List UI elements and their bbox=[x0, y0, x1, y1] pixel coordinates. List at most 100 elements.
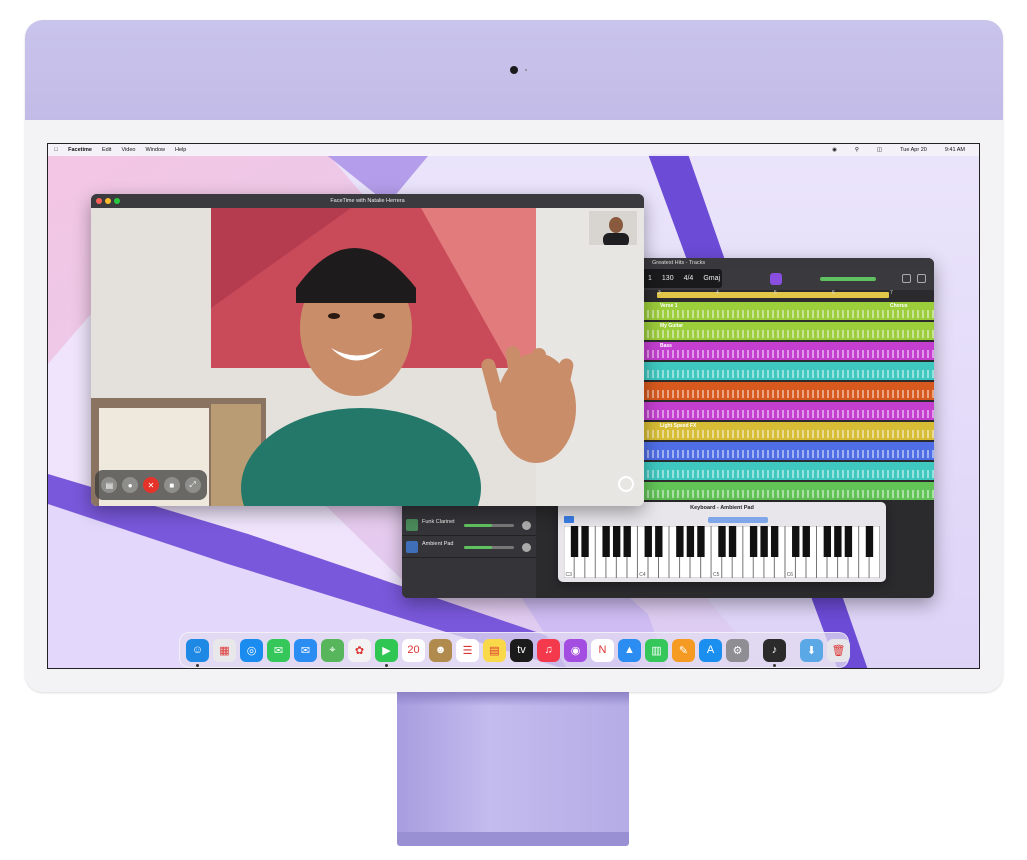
waveform bbox=[642, 310, 934, 318]
app-store-icon[interactable]: A bbox=[699, 638, 722, 662]
news-icon[interactable]: N bbox=[591, 638, 614, 662]
ruler-mark: 6 bbox=[832, 290, 835, 296]
black-key[interactable] bbox=[760, 526, 768, 557]
track-region[interactable] bbox=[642, 382, 934, 400]
black-key[interactable] bbox=[865, 526, 874, 557]
track-region[interactable] bbox=[642, 442, 934, 460]
calendar-icon[interactable]: 20 bbox=[402, 638, 425, 662]
waveform bbox=[642, 450, 934, 458]
track-region[interactable]: Bass bbox=[642, 342, 934, 360]
menu-time[interactable]: 9:41 AM bbox=[945, 147, 965, 153]
pan-knob[interactable] bbox=[522, 543, 531, 552]
black-key[interactable] bbox=[655, 526, 663, 557]
track-volume-slider[interactable] bbox=[464, 524, 514, 527]
launchpad-icon[interactable]: ▦ bbox=[213, 638, 236, 662]
black-key[interactable] bbox=[623, 526, 631, 557]
cycle-region[interactable] bbox=[657, 292, 889, 298]
black-key[interactable] bbox=[644, 526, 652, 557]
black-key[interactable] bbox=[612, 526, 621, 557]
piano-keys[interactable]: C3 C4 C5 C6 bbox=[564, 526, 880, 578]
black-key[interactable] bbox=[844, 526, 853, 557]
black-key[interactable] bbox=[676, 526, 684, 557]
zoom-window-icon[interactable] bbox=[114, 198, 120, 204]
pan-knob[interactable] bbox=[522, 521, 531, 530]
mail-icon[interactable]: ✉ bbox=[294, 638, 317, 662]
wifi-icon[interactable]: ◉ bbox=[832, 147, 837, 153]
track-region[interactable]: Verse 1 Chorus bbox=[642, 302, 934, 320]
black-key[interactable] bbox=[802, 526, 810, 557]
black-key[interactable] bbox=[792, 526, 800, 557]
menu-date[interactable]: Tue Apr 20 bbox=[900, 147, 927, 153]
menu-item-help[interactable]: Help bbox=[175, 147, 186, 153]
track-region[interactable] bbox=[642, 482, 934, 500]
finder-icon[interactable]: ☺ bbox=[186, 638, 209, 667]
notes-icon[interactable]: ▤ bbox=[483, 638, 506, 662]
black-key[interactable] bbox=[697, 526, 705, 557]
safari-icon[interactable]: ◎ bbox=[240, 638, 263, 662]
tuner-icon[interactable] bbox=[770, 273, 782, 285]
track-region[interactable] bbox=[642, 462, 934, 480]
contacts-icon[interactable]: ☻ bbox=[429, 638, 452, 662]
black-key[interactable] bbox=[728, 526, 737, 557]
black-key[interactable] bbox=[770, 526, 779, 557]
podcasts-icon[interactable]: ◉ bbox=[564, 638, 587, 662]
keyboard-mode-icon[interactable] bbox=[564, 516, 574, 523]
lcd-display[interactable]: 1 130 4/4 Gmaj bbox=[642, 269, 722, 288]
trash-icon[interactable]: 🗑 bbox=[827, 638, 850, 662]
waveform bbox=[642, 330, 934, 338]
facetime-icon[interactable]: ▶ bbox=[375, 638, 398, 667]
music-icon[interactable]: ♫ bbox=[537, 638, 560, 662]
control-center-icon[interactable]: ◫ bbox=[877, 147, 882, 153]
black-key[interactable] bbox=[581, 526, 589, 557]
imac-stand bbox=[397, 692, 629, 837]
loop-browser-icon[interactable] bbox=[902, 274, 911, 283]
menu-app-name[interactable]: Facetime bbox=[68, 147, 92, 153]
microphone-icon[interactable]: ● bbox=[122, 477, 139, 493]
track-region[interactable]: Light Speed FX bbox=[642, 422, 934, 440]
black-key[interactable] bbox=[834, 526, 842, 557]
search-icon[interactable]: ⚲ bbox=[855, 147, 859, 153]
downloads-folder-icon[interactable]: ⬇ bbox=[800, 638, 823, 662]
black-key[interactable] bbox=[686, 526, 695, 557]
timeline-ruler[interactable]: 3 4 5 6 7 bbox=[642, 290, 934, 300]
keyboard-range-selector[interactable] bbox=[708, 517, 768, 523]
menu-item-edit[interactable]: Edit bbox=[102, 147, 111, 153]
octave-label: C4 bbox=[639, 572, 646, 578]
system-preferences-icon[interactable]: ⚙ bbox=[726, 638, 749, 662]
waveform bbox=[642, 390, 934, 398]
black-key[interactable] bbox=[602, 526, 610, 557]
black-key[interactable] bbox=[570, 526, 579, 557]
pages-icon[interactable]: ✎ bbox=[672, 638, 695, 662]
messages-icon[interactable]: ✉ bbox=[267, 638, 290, 662]
minimize-window-icon[interactable] bbox=[105, 198, 111, 204]
video-camera-icon[interactable]: ■ bbox=[163, 477, 180, 493]
track-header[interactable]: Funk Clarinet bbox=[402, 516, 536, 536]
black-key[interactable] bbox=[718, 526, 726, 557]
track-header[interactable]: Ambient Pad bbox=[402, 538, 536, 558]
keynote-icon[interactable]: ▲ bbox=[618, 638, 641, 662]
black-key[interactable] bbox=[749, 526, 758, 557]
sidebar-icon[interactable]: ▤ bbox=[101, 477, 118, 493]
photos-icon[interactable]: ✿ bbox=[348, 638, 371, 662]
reminders-icon[interactable]: ☰ bbox=[456, 638, 479, 662]
end-call-icon[interactable]: ✕ bbox=[142, 477, 159, 493]
track-region[interactable] bbox=[642, 362, 934, 380]
close-window-icon[interactable] bbox=[96, 198, 102, 204]
track-volume-slider[interactable] bbox=[464, 546, 514, 549]
garageband-icon[interactable]: ♪ bbox=[763, 638, 786, 667]
media-browser-icon[interactable] bbox=[917, 274, 926, 283]
menu-item-window[interactable]: Window bbox=[145, 147, 165, 153]
self-view-thumbnail[interactable] bbox=[588, 210, 638, 246]
track-region[interactable] bbox=[642, 402, 934, 420]
black-key[interactable] bbox=[823, 526, 832, 557]
waveform bbox=[642, 350, 934, 358]
apple-menu-icon[interactable]:  bbox=[54, 147, 58, 153]
numbers-icon[interactable]: ▥ bbox=[645, 638, 668, 662]
maps-icon[interactable]: ⌖ bbox=[321, 638, 344, 662]
live-photo-shutter-icon[interactable] bbox=[618, 476, 634, 492]
track-region[interactable]: My Guitar bbox=[642, 322, 934, 340]
menu-item-video[interactable]: Video bbox=[121, 147, 135, 153]
apple-tv-icon[interactable]: tv bbox=[510, 638, 533, 662]
fullscreen-icon[interactable]: ⤢ bbox=[184, 477, 201, 493]
master-volume-slider[interactable] bbox=[820, 277, 876, 281]
